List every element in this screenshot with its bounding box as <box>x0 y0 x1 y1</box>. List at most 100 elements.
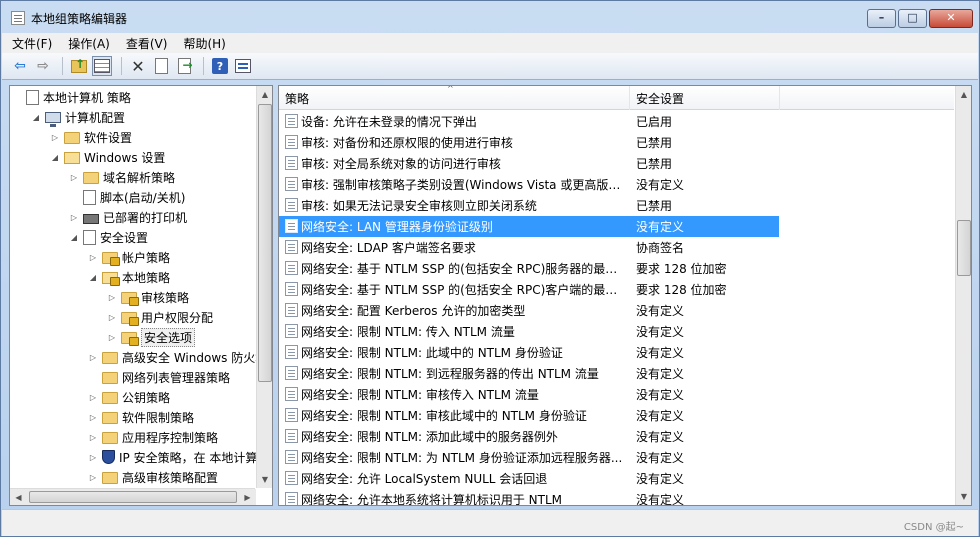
scroll-up-icon[interactable]: ▲ <box>257 86 272 103</box>
policy-row[interactable]: 网络安全: LDAP 客户端签名要求 协商签名 <box>279 237 955 258</box>
expand-arrow-icon[interactable]: ▷ <box>88 253 98 262</box>
scroll-up-icon[interactable]: ▲ <box>956 86 971 103</box>
collapse-arrow-icon[interactable]: ◢ <box>31 113 41 122</box>
tree-item[interactable]: ▷ 用户权限分配 <box>107 307 213 327</box>
policy-row[interactable]: 网络安全: LAN 管理器身份验证级别 没有定义 <box>279 216 779 237</box>
policy-name: 审核: 对备份和还原权限的使用进行审核 <box>301 136 513 150</box>
expand-arrow-icon[interactable]: ▷ <box>107 313 117 322</box>
expand-arrow-icon[interactable]: ▷ <box>69 213 79 222</box>
policy-row[interactable]: 网络安全: 基于 NTLM SSP 的(包括安全 RPC)服务器的最小... 要求… <box>279 258 955 279</box>
expand-arrow-icon[interactable]: ▷ <box>50 133 60 142</box>
tree-hscroll-thumb[interactable] <box>29 491 237 503</box>
tree-item[interactable]: ▷ 应用程序控制策略 <box>88 427 218 447</box>
policy-row[interactable]: 网络安全: 基于 NTLM SSP 的(包括安全 RPC)客户端的最小... 要求… <box>279 279 955 300</box>
tree-item[interactable]: 本地计算机 策略 <box>12 87 131 107</box>
policy-row[interactable]: 网络安全: 限制 NTLM: 为 NTLM 身份验证添加远程服务器... 没有定义 <box>279 447 955 468</box>
tree-item[interactable]: ▷ 审核策略 <box>107 287 189 307</box>
policy-row[interactable]: 设备: 允许在未登录的情况下弹出 已启用 <box>279 111 955 132</box>
scroll-right-icon[interactable]: ▶ <box>239 489 256 505</box>
expand-arrow-icon[interactable]: ▷ <box>88 353 98 362</box>
policy-setting-icon <box>285 303 298 317</box>
collapse-arrow-icon[interactable]: ◢ <box>50 153 60 162</box>
minimize-button[interactable]: – <box>867 9 896 28</box>
policy-name: 网络安全: 限制 NTLM: 添加此域中的服务器例外 <box>301 430 558 444</box>
policy-row[interactable]: 审核: 如果无法记录安全审核则立即关闭系统 已禁用 <box>279 195 955 216</box>
tree-item[interactable]: ▷ 高级安全 Windows 防火墙 <box>88 347 267 367</box>
security-setting-value: 没有定义 <box>636 493 685 506</box>
expand-arrow-icon[interactable]: ▷ <box>107 333 117 342</box>
properties-sheet-button[interactable] <box>151 56 171 76</box>
column-header-setting[interactable]: 安全设置 <box>630 86 780 110</box>
scroll-down-icon[interactable]: ▼ <box>956 488 971 505</box>
tree-item[interactable]: ▷ 公钥策略 <box>88 387 170 407</box>
tree-item[interactable]: ▷ 软件限制策略 <box>88 407 194 427</box>
security-setting-value: 已禁用 <box>636 199 673 213</box>
show-hide-tree-button[interactable] <box>92 56 112 76</box>
forward-button[interactable]: ⇨ <box>33 56 53 76</box>
policy-row[interactable]: 网络安全: 限制 NTLM: 此域中的 NTLM 身份验证 没有定义 <box>279 342 955 363</box>
expand-arrow-icon[interactable]: ▷ <box>88 413 98 422</box>
tree-horizontal-scrollbar[interactable]: ◀ ▶ <box>10 488 256 505</box>
expand-arrow-icon[interactable]: ▷ <box>107 293 117 302</box>
policy-setting-icon <box>285 408 298 422</box>
expand-arrow-icon[interactable]: ▷ <box>88 433 98 442</box>
list-scroll-thumb[interactable] <box>957 220 971 276</box>
menu-help[interactable]: 帮助(H) <box>183 35 225 52</box>
tree-item[interactable]: ▷ 域名解析策略 <box>69 167 175 187</box>
scroll-left-icon[interactable]: ◀ <box>10 489 27 505</box>
close-button[interactable]: ✕ <box>929 9 973 28</box>
scroll-down-icon[interactable]: ▼ <box>257 471 272 488</box>
policy-row[interactable]: 审核: 对备份和还原权限的使用进行审核 已禁用 <box>279 132 955 153</box>
title-bar[interactable]: 本地组策略编辑器 – □ ✕ <box>1 1 979 33</box>
policy-row[interactable]: 审核: 对全局系统对象的访问进行审核 已禁用 <box>279 153 955 174</box>
tree-item[interactable]: 脚本(启动/关机) <box>69 187 185 207</box>
menu-action[interactable]: 操作(A) <box>68 35 110 52</box>
policy-row[interactable]: 网络安全: 限制 NTLM: 添加此域中的服务器例外 没有定义 <box>279 426 955 447</box>
tree-item[interactable]: ▷ 已部署的打印机 <box>69 207 187 227</box>
policy-row[interactable]: 网络安全: 允许 LocalSystem NULL 会话回退 没有定义 <box>279 468 955 489</box>
export-list-button[interactable] <box>174 56 194 76</box>
policy-row[interactable]: 网络安全: 限制 NTLM: 审核此域中的 NTLM 身份验证 没有定义 <box>279 405 955 426</box>
up-one-level-button[interactable] <box>69 56 89 76</box>
expand-arrow-icon[interactable]: ▷ <box>88 393 98 402</box>
policy-name: 网络安全: 限制 NTLM: 审核此域中的 NTLM 身份验证 <box>301 409 587 423</box>
tree-item[interactable]: ◢ Windows 设置 <box>50 147 165 167</box>
policy-row[interactable]: 网络安全: 配置 Kerberos 允许的加密类型 没有定义 <box>279 300 955 321</box>
tree-vertical-scrollbar[interactable]: ▲ ▼ <box>256 86 272 488</box>
policy-row[interactable]: 网络安全: 限制 NTLM: 到远程服务器的传出 NTLM 流量 没有定义 <box>279 363 955 384</box>
tree-item[interactable]: ▷ IP 安全策略，在 本地计算机 <box>88 447 269 467</box>
tree-item[interactable]: ◢ 计算机配置 <box>31 107 125 127</box>
help-button[interactable]: ? <box>210 56 230 76</box>
properties-sheet-icon <box>154 58 168 74</box>
expand-arrow-icon[interactable]: ▷ <box>88 473 98 482</box>
back-button[interactable]: ⇦ <box>10 56 30 76</box>
policy-setting-icon <box>285 240 298 254</box>
collapse-arrow-icon[interactable]: ◢ <box>69 233 79 242</box>
tree-scroll-thumb[interactable] <box>258 104 272 382</box>
tree-item[interactable]: ▷ 软件设置 <box>50 127 132 147</box>
tree-item[interactable]: ◢ 安全设置 <box>69 227 148 247</box>
tree-item-label: 应用程序控制策略 <box>122 430 219 445</box>
policy-icon <box>26 89 39 105</box>
policy-row[interactable]: 网络安全: 限制 NTLM: 审核传入 NTLM 流量 没有定义 <box>279 384 955 405</box>
menu-file[interactable]: 文件(F) <box>12 35 52 52</box>
properties-button[interactable] <box>233 56 253 76</box>
expand-arrow-icon[interactable]: ▷ <box>88 453 98 462</box>
tree-item[interactable]: 网络列表管理器策略 <box>88 367 230 387</box>
list-vertical-scrollbar[interactable]: ▲ ▼ <box>955 86 971 505</box>
toolbar-separator <box>121 57 122 75</box>
policy-row[interactable]: 审核: 强制审核策略子类别设置(Windows Vista 或更高版本... 没有… <box>279 174 955 195</box>
tree-item[interactable]: ◢ 本地策略 <box>88 267 170 287</box>
delete-button[interactable]: ✕ <box>128 56 148 76</box>
column-header-policy[interactable]: 策略 ^ <box>279 86 630 110</box>
tree-item[interactable]: ▷ 安全选项 <box>107 327 196 347</box>
collapse-arrow-icon[interactable]: ◢ <box>88 273 98 282</box>
secured-folder-icon <box>121 312 139 326</box>
tree-item[interactable]: ▷ 帐户策略 <box>88 247 170 267</box>
maximize-button[interactable]: □ <box>898 9 927 28</box>
menu-view[interactable]: 查看(V) <box>126 35 168 52</box>
policy-row[interactable]: 网络安全: 允许本地系统将计算机标识用于 NTLM 没有定义 <box>279 489 955 506</box>
tree-item[interactable]: ▷ 高级审核策略配置 <box>88 467 218 487</box>
policy-row[interactable]: 网络安全: 限制 NTLM: 传入 NTLM 流量 没有定义 <box>279 321 955 342</box>
expand-arrow-icon[interactable]: ▷ <box>69 173 79 182</box>
